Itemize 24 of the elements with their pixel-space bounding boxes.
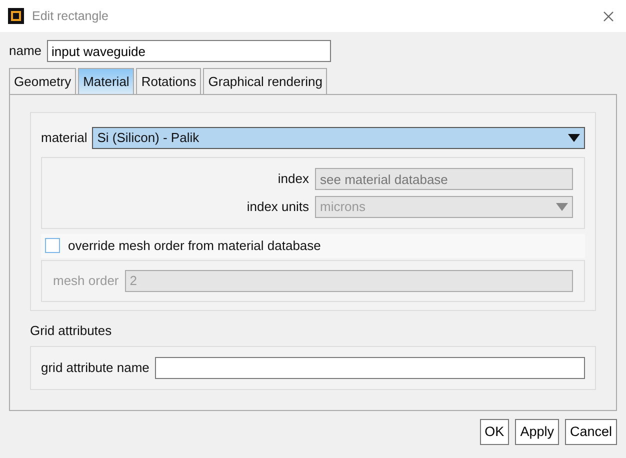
tab[interactable]: Rotations <box>136 68 202 94</box>
tab[interactable]: Geometry <box>9 68 76 94</box>
checkbox-label: override mesh order from material database <box>68 237 321 255</box>
material-dropdown[interactable]: Si (Silicon) - Palik <box>92 127 585 149</box>
dialog-button[interactable]: Apply <box>515 419 559 445</box>
tab[interactable]: Material <box>78 68 134 94</box>
dropdown-arrow-icon <box>568 134 580 142</box>
field-label: index units <box>246 198 309 216</box>
field-label: material <box>41 129 88 148</box>
dropdown-arrow-icon <box>556 203 568 211</box>
close-icon[interactable] <box>603 10 614 22</box>
window-title: Edit rectangle <box>32 8 108 25</box>
dialog-button[interactable]: OK <box>480 419 510 445</box>
field-label: index <box>278 170 309 188</box>
name-field[interactable]: input waveguide <box>46 40 331 62</box>
field-label: name <box>9 42 42 60</box>
app-icon <box>8 8 24 24</box>
checkbox[interactable] <box>45 238 60 254</box>
section-heading: Grid attributes <box>30 322 113 340</box>
field-label: mesh order <box>53 272 119 290</box>
field-label: grid attribute name <box>41 359 150 378</box>
dialog-button[interactable]: Cancel <box>564 419 617 445</box>
tab[interactable]: Graphical rendering <box>203 68 328 94</box>
grid-attribute-field[interactable] <box>155 357 585 379</box>
